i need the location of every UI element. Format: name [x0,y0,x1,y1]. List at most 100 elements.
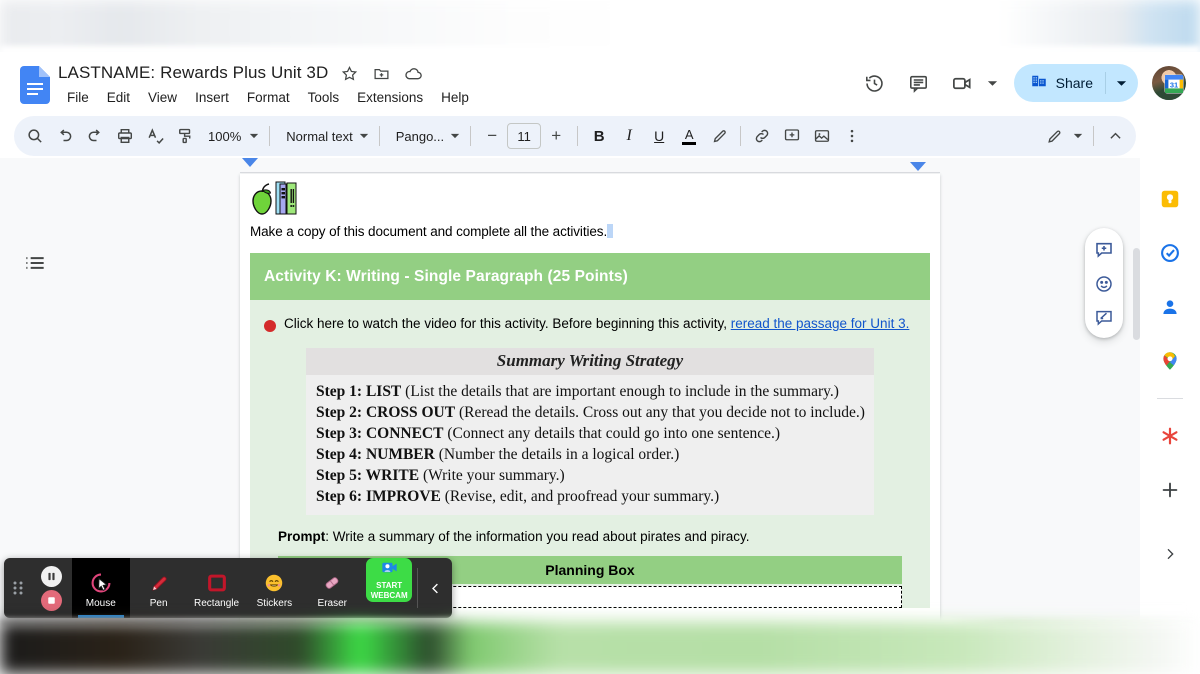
stop-recording-icon[interactable] [41,589,63,611]
insert-image-icon[interactable] [807,121,837,151]
start-webcam-button[interactable]: START WEBCAM [366,558,413,602]
increase-font-size-button[interactable]: + [541,121,571,151]
bold-button[interactable]: B [584,121,614,151]
share-button[interactable]: Share [1013,64,1138,102]
search-icon[interactable] [20,121,50,151]
strategy-step: Step 6: IMPROVE (Revise, edit, and proof… [316,486,874,507]
chevron-down-icon[interactable] [982,72,1004,94]
video-instruction-line: Click here to watch the video for this a… [264,316,916,332]
google-maps-icon[interactable] [1153,344,1187,378]
version-history-icon[interactable] [856,64,894,102]
add-on-asterisk-icon[interactable] [1153,419,1187,453]
comment-history-icon[interactable] [900,64,938,102]
star-icon[interactable] [338,62,360,84]
rail-divider [1157,398,1183,399]
strategy-step-desc: (Revise, edit, and proofread your summar… [440,488,720,505]
document-page[interactable]: Make a copy of this document and complet… [240,174,940,622]
google-calendar-icon[interactable]: 31 [1162,72,1186,96]
google-meet-icon[interactable] [944,64,982,102]
font-family-select[interactable]: Pango... [386,121,464,151]
document-outline-icon[interactable] [22,250,48,276]
suggest-edit-icon[interactable] [1090,304,1118,332]
google-keep-icon[interactable] [1153,182,1187,216]
chevron-right-icon[interactable] [1153,537,1187,571]
strategy-step-desc: (Connect any details that could go into … [443,425,781,442]
text-color-button[interactable]: A [674,121,704,151]
webcam-label-line2: WEBCAM [370,591,408,600]
menu-insert[interactable]: Insert [188,88,236,107]
reread-passage-link[interactable]: reread the passage for Unit 3. [731,316,910,331]
drag-handle-icon[interactable] [4,558,32,618]
decrease-font-size-button[interactable]: − [477,121,507,151]
strategy-step-label: Step 2: CROSS OUT [316,404,456,421]
pause-recording-icon[interactable] [41,565,63,587]
summary-writing-strategy-box: Summary Writing Strategy Step 1: LIST (L… [306,348,874,515]
spellcheck-icon[interactable] [140,121,170,151]
tool-mouse[interactable]: Mouse [71,558,130,618]
right-indent-marker[interactable] [910,162,926,171]
redo-icon[interactable] [80,121,110,151]
google-tasks-icon[interactable] [1153,236,1187,270]
cloud-saved-icon[interactable] [402,62,424,84]
google-docs-window: LASTNAME: Rewards Plus Unit 3D File Edit… [0,52,1200,622]
tool-stickers[interactable]: Stickers [245,558,303,618]
add-emoji-reaction-icon[interactable] [1090,270,1118,298]
add-comment-icon[interactable] [1090,236,1118,264]
more-options-icon[interactable] [837,121,867,151]
print-icon[interactable] [110,121,140,151]
intro-instruction: Make a copy of this document and complet… [250,224,930,239]
collapse-annotation-toolbar-button[interactable] [418,558,452,618]
strategy-step-label: Step 3: CONNECT [316,425,444,442]
prompt-text: : Write a summary of the information you… [325,529,750,544]
document-editor-area: Make a copy of this document and complet… [0,158,1140,622]
text-color-letter: A [684,126,694,142]
font-family-value: Pango... [395,128,445,144]
tool-eraser[interactable]: Eraser [303,558,361,618]
menu-view[interactable]: View [141,88,184,107]
menu-extensions[interactable]: Extensions [350,88,430,107]
strategy-step-label: Step 6: IMPROVE [316,488,441,505]
chevron-down-icon[interactable] [1108,78,1134,89]
horizontal-ruler[interactable] [240,158,940,174]
prompt-line: Prompt: Write a summary of the informati… [278,529,902,544]
menu-help[interactable]: Help [434,88,476,107]
tool-pen[interactable]: Pen [130,558,188,618]
add-comment-icon[interactable] [777,121,807,151]
move-to-folder-icon[interactable] [370,62,392,84]
underline-button[interactable]: U [644,121,674,151]
sticker-smiley-icon [263,570,285,596]
collapse-toolbar-button[interactable] [1100,121,1130,151]
planning-box-label: Planning Box [545,562,635,578]
get-add-ons-plus-icon[interactable] [1153,473,1187,507]
tool-rectangle[interactable]: Rectangle [188,558,246,618]
paint-format-icon[interactable] [170,121,200,151]
apple-and-books-clipart [250,180,304,218]
italic-button[interactable]: I [614,121,644,151]
share-divider [1105,72,1106,94]
font-size-input[interactable]: 11 [507,123,542,149]
toolbar-divider [1093,126,1094,146]
strategy-step: Step 3: CONNECT (Connect any details tha… [316,423,874,444]
vertical-scrollbar[interactable] [1133,248,1140,340]
undo-icon[interactable] [50,121,80,151]
page-title[interactable]: LASTNAME: Rewards Plus Unit 3D [58,63,328,83]
strategy-step: Step 2: CROSS OUT (Reread the details. C… [316,402,874,423]
highlight-pen-icon[interactable] [704,121,734,151]
editing-mode-button[interactable] [1039,121,1087,151]
menu-format[interactable]: Format [240,88,297,107]
webcam-label-line1: START [376,581,403,590]
zoom-control[interactable]: 100% [200,121,263,151]
text-color-swatch [682,141,697,145]
menu-tools[interactable]: Tools [301,88,347,107]
google-docs-logo[interactable] [20,66,50,104]
recording-controls [32,558,72,618]
eraser-icon [321,570,343,596]
paragraph-style-select[interactable]: Normal text [276,121,372,151]
left-indent-marker[interactable] [242,158,258,167]
menu-edit[interactable]: Edit [100,88,137,107]
google-contacts-icon[interactable] [1153,290,1187,324]
calendar-badge: 31 [1170,81,1178,90]
insert-link-icon[interactable] [747,121,777,151]
prompt-label: Prompt [278,529,326,544]
menu-file[interactable]: File [60,88,96,107]
